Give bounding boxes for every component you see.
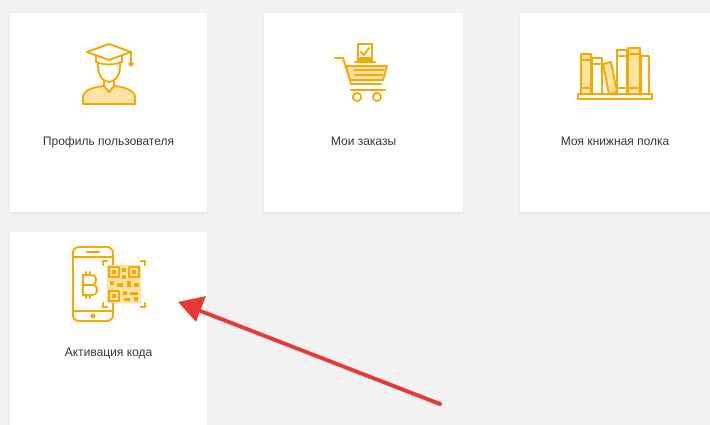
dashboard-canvas: Профиль пользователя Мои заказы Моя книж… xyxy=(0,0,710,425)
code-activation-card-label: Активация кода xyxy=(64,345,153,359)
code-activation-card[interactable]: Активация кода xyxy=(10,232,207,425)
phone-qr-code-icon xyxy=(10,246,207,322)
graduate-icon xyxy=(10,35,207,111)
profile-card[interactable]: Профиль пользователя xyxy=(10,13,207,212)
bookshelf-card-label: Моя книжная полка xyxy=(560,134,670,148)
bookshelf-icon xyxy=(520,35,710,111)
shopping-cart-icon xyxy=(264,35,463,111)
bookshelf-card[interactable]: Моя книжная полка xyxy=(520,13,710,212)
orders-card[interactable]: Мои заказы xyxy=(264,13,463,212)
profile-card-label: Профиль пользователя xyxy=(42,134,175,148)
orders-card-label: Мои заказы xyxy=(330,134,397,148)
